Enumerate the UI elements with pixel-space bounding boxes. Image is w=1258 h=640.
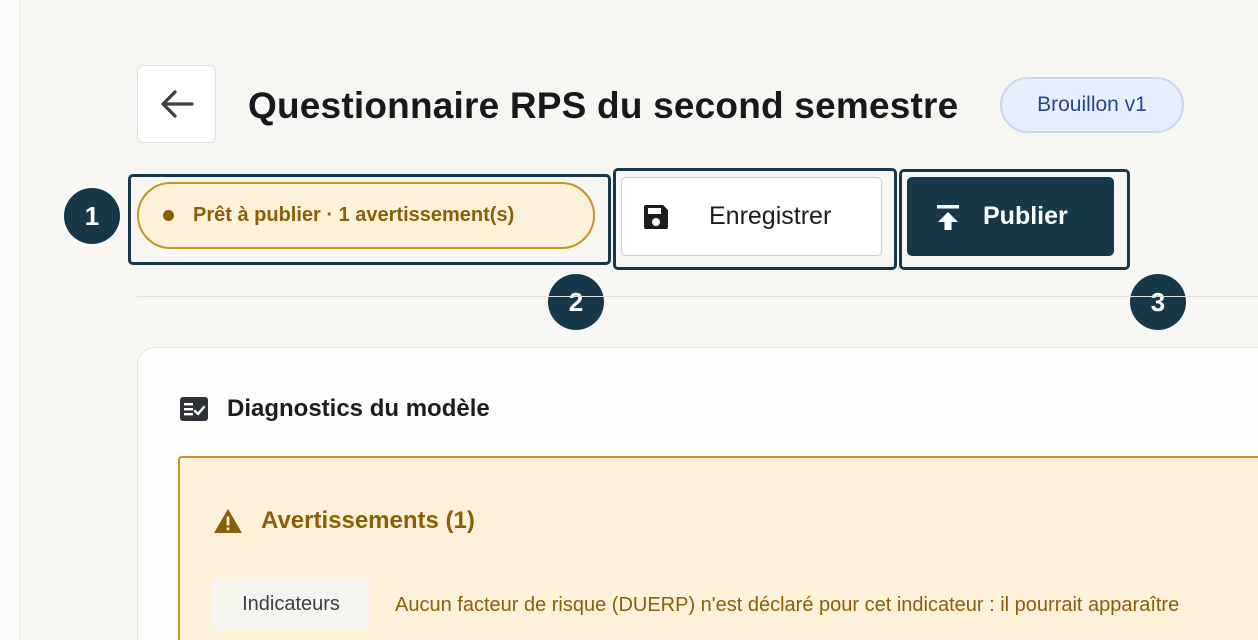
callout-number-3: 3	[1130, 274, 1186, 330]
diagnostics-header: Diagnostics du modèle	[179, 392, 490, 426]
arrow-left-icon	[160, 89, 194, 119]
page-title: Questionnaire RPS du second semestre	[248, 85, 959, 126]
warnings-title: Avertissements (1)	[261, 507, 475, 534]
floppy-disk-icon	[641, 202, 671, 232]
callout-number-1: 1	[64, 188, 120, 244]
warnings-header: Avertissements (1)	[213, 503, 475, 539]
publish-button-label: Publier	[983, 202, 1068, 230]
status-dot	[163, 210, 174, 221]
warning-category-tag: Indicateurs	[212, 579, 370, 629]
save-button[interactable]: Enregistrer	[621, 177, 882, 256]
save-button-label: Enregistrer	[709, 202, 832, 230]
publish-button[interactable]: Publier	[907, 177, 1114, 256]
status-badge: Prêt à publier · 1 avertissement(s)	[137, 182, 595, 249]
upload-icon	[935, 203, 961, 231]
warning-triangle-icon	[213, 508, 243, 534]
diagnostics-title: Diagnostics du modèle	[227, 395, 490, 422]
back-button[interactable]	[137, 65, 216, 143]
status-label: Prêt à publier · 1 avertissement(s)	[193, 204, 515, 226]
checklist-icon	[179, 396, 209, 422]
warning-message: Aucun facteur de risque (DUERP) n'est dé…	[395, 594, 1180, 616]
divider	[137, 296, 1258, 297]
version-badge: Brouillon v1	[1000, 77, 1184, 133]
left-gutter	[0, 0, 20, 640]
callout-number-2: 2	[548, 274, 604, 330]
